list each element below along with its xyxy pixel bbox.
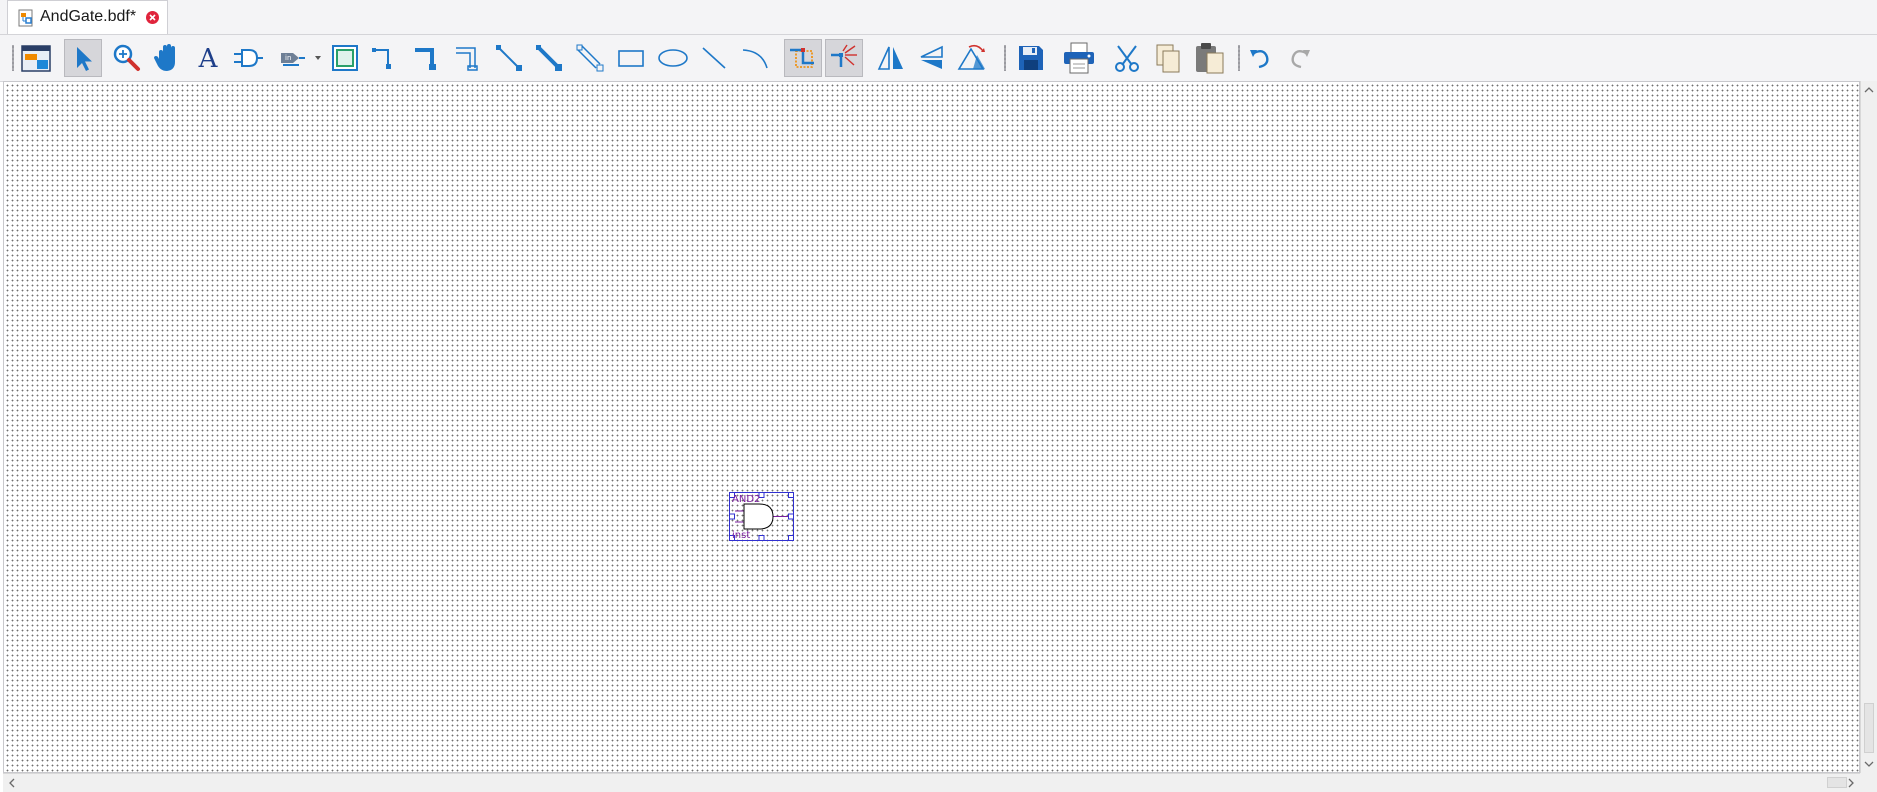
line-tool-button[interactable] bbox=[695, 39, 733, 77]
print-icon bbox=[1064, 42, 1094, 74]
pin-tool-dropdown-button[interactable]: in bbox=[271, 39, 325, 77]
partial-line-selection-button[interactable] bbox=[784, 39, 822, 77]
paste-icon bbox=[1196, 43, 1224, 74]
document-tab-label: AndGate.bdf* bbox=[40, 8, 137, 25]
diagonal-conduit-tool-button[interactable] bbox=[571, 39, 609, 77]
block-tool-button[interactable] bbox=[326, 39, 364, 77]
orthogonal-conduit-tool-icon bbox=[456, 47, 478, 71]
rubberbanding-icon bbox=[831, 44, 857, 67]
orthogonal-node-tool-icon bbox=[372, 48, 391, 69]
symbol-type-label: AND2 bbox=[732, 494, 761, 505]
diagonal-bus-tool-button[interactable] bbox=[530, 39, 568, 77]
rubberbanding-button[interactable] bbox=[825, 39, 863, 77]
diagonal-node-tool-button[interactable] bbox=[490, 39, 528, 77]
orthogonal-node-tool-button[interactable] bbox=[367, 39, 405, 77]
copy-button[interactable] bbox=[1149, 39, 1187, 77]
toolbar-grip[interactable] bbox=[12, 45, 14, 71]
horizontal-scroll-thumb[interactable] bbox=[1827, 777, 1847, 788]
scrollbar-corner bbox=[1860, 773, 1877, 792]
redo-icon bbox=[1291, 50, 1310, 69]
block-editor-toolbar: A in bbox=[0, 35, 1877, 82]
arc-tool-button[interactable] bbox=[736, 39, 774, 77]
document-tab[interactable]: AndGate.bdf* bbox=[7, 0, 168, 34]
close-tab-icon[interactable] bbox=[145, 10, 160, 25]
symbol-tool-button[interactable] bbox=[229, 39, 267, 77]
toolbar-grip[interactable] bbox=[1238, 45, 1240, 71]
block-tool-icon bbox=[332, 45, 358, 71]
line-tool-icon bbox=[702, 47, 726, 69]
orthogonal-bus-tool-icon bbox=[415, 48, 436, 70]
paste-button[interactable] bbox=[1190, 39, 1228, 77]
undo-icon bbox=[1250, 50, 1269, 69]
and2-symbol[interactable]: AND2 inst bbox=[729, 492, 794, 541]
redo-button[interactable] bbox=[1281, 39, 1319, 77]
rotate-icon bbox=[957, 44, 985, 70]
document-tab-strip: AndGate.bdf* bbox=[0, 0, 1877, 35]
diagonal-conduit-tool-icon bbox=[576, 44, 604, 72]
diagonal-node-tool-icon bbox=[496, 45, 522, 71]
symbol-tool-icon bbox=[234, 49, 263, 67]
zoom-tool-button[interactable] bbox=[107, 39, 145, 77]
scroll-down-icon[interactable] bbox=[1863, 758, 1875, 770]
copy-icon bbox=[1156, 44, 1180, 73]
diagonal-bus-tool-icon bbox=[536, 45, 562, 71]
horizontal-scrollbar[interactable] bbox=[3, 773, 1860, 792]
partial-line-selection-icon bbox=[790, 48, 814, 68]
orthogonal-conduit-tool-button[interactable] bbox=[449, 39, 487, 77]
cut-icon bbox=[1115, 45, 1139, 72]
pin-tool-icon: in bbox=[281, 53, 321, 66]
hand-tool-icon bbox=[154, 44, 175, 71]
zoom-tool-icon bbox=[113, 44, 140, 71]
save-icon bbox=[1019, 46, 1043, 70]
oval-tool-button[interactable] bbox=[654, 39, 692, 77]
print-button[interactable] bbox=[1060, 39, 1098, 77]
vertical-scrollbar[interactable] bbox=[1860, 81, 1877, 773]
block-editor-window-icon bbox=[21, 45, 51, 72]
arc-tool-icon bbox=[742, 49, 768, 69]
orthogonal-bus-tool-button[interactable] bbox=[408, 39, 446, 77]
symbol-instance-label: inst bbox=[732, 530, 751, 541]
undo-button[interactable] bbox=[1241, 39, 1279, 77]
scroll-left-icon[interactable] bbox=[6, 777, 18, 789]
schematic-canvas[interactable]: AND2 inst bbox=[3, 81, 1860, 773]
rectangle-tool-button[interactable] bbox=[612, 39, 650, 77]
text-tool-button[interactable]: A bbox=[189, 39, 227, 77]
svg-text:in: in bbox=[285, 54, 291, 62]
hand-tool-button[interactable] bbox=[148, 39, 186, 77]
toolbar-grip[interactable] bbox=[1004, 45, 1006, 71]
flip-horizontal-icon bbox=[877, 46, 903, 70]
svg-text:A: A bbox=[198, 44, 219, 73]
selection-tool-icon bbox=[77, 47, 92, 71]
cut-button[interactable] bbox=[1108, 39, 1146, 77]
block-editor-window-button[interactable] bbox=[17, 39, 55, 77]
block-diagram-file-icon bbox=[18, 9, 33, 27]
rotate-button[interactable] bbox=[954, 39, 992, 77]
scroll-right-icon[interactable] bbox=[1845, 777, 1857, 789]
text-tool-icon: A bbox=[198, 44, 219, 73]
vertical-scroll-thumb[interactable] bbox=[1864, 703, 1874, 753]
save-button[interactable] bbox=[1012, 39, 1050, 77]
flip-vertical-button[interactable] bbox=[913, 39, 951, 77]
flip-horizontal-button[interactable] bbox=[872, 39, 910, 77]
rectangle-tool-icon bbox=[618, 50, 644, 67]
scroll-up-icon[interactable] bbox=[1863, 84, 1875, 96]
flip-vertical-icon bbox=[920, 45, 943, 69]
oval-tool-icon bbox=[658, 49, 688, 67]
selection-tool-button[interactable] bbox=[64, 39, 102, 77]
chevron-down-icon bbox=[315, 56, 321, 60]
